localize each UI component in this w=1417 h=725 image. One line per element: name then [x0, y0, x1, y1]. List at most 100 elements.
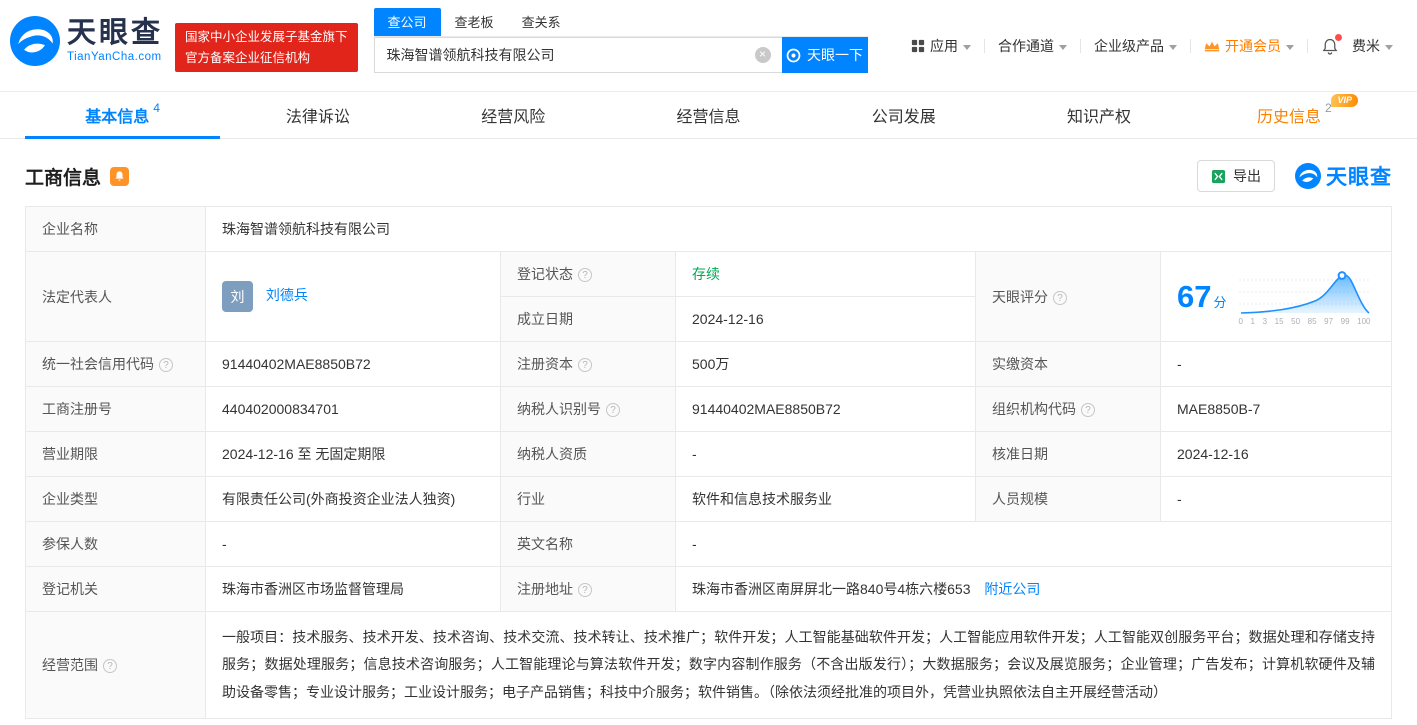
tab-operation-info[interactable]: 经营信息 — [611, 92, 806, 138]
tianyancha-logo[interactable]: 天眼查 TianYanCha.com — [10, 16, 163, 66]
paid-capital-label: 实缴资本 — [975, 341, 1161, 387]
table-row-credit-code: 统一社会信用代码? 91440402MAE8850B72 注册资本? 500万 … — [25, 341, 1392, 387]
table-row-registry: 登记机关 珠海市香洲区市场监督管理局 注册地址? 珠海市香洲区南屏屏北一路840… — [25, 566, 1392, 612]
menu-enterprise-products[interactable]: 企业级产品 — [1094, 36, 1177, 56]
search-button-label: 天眼一下 — [807, 47, 864, 63]
main-content: 工商信息 导出 天眼查 企业名称 珠海智谱领航科技有限公司 法定代表人 刘 刘德… — [0, 160, 1417, 719]
section-nav: 基本信息 4 法律诉讼 经营风险 经营信息 公司发展 知识产权 历史信息 2 V… — [0, 92, 1417, 139]
help-icon[interactable]: ? — [103, 658, 117, 673]
company-type-value: 有限责任公司(外商投资企业法人独资) — [205, 476, 501, 522]
bell-icon — [115, 171, 124, 181]
search-input-wrap: × — [373, 37, 782, 73]
tianyancha-watermark: 天眼查 — [1295, 161, 1392, 191]
vip-badge: VIP — [1331, 94, 1358, 107]
legal-rep-link[interactable]: 刘德兵 — [266, 287, 308, 303]
menu-partner-channel[interactable]: 合作通道 — [998, 36, 1067, 56]
tab-label: 知识产权 — [1067, 109, 1132, 126]
clear-icon[interactable]: × — [754, 47, 771, 63]
tab-label: 经营风险 — [481, 109, 546, 126]
help-icon[interactable]: ? — [159, 358, 173, 372]
export-button-label: 导出 — [1233, 168, 1261, 184]
taxpayer-quality-label: 纳税人资质 — [500, 431, 676, 477]
help-icon[interactable]: ? — [578, 583, 592, 597]
business-scope-value: 一般项目：技术服务、技术开发、技术咨询、技术交流、技术转让、技术推广；软件开发；… — [205, 611, 1392, 719]
help-icon[interactable]: ? — [1081, 403, 1095, 417]
menu-divider — [1307, 39, 1308, 53]
tab-intellectual-property[interactable]: 知识产权 — [1001, 92, 1196, 138]
help-icon[interactable]: ? — [578, 358, 592, 372]
score-curve-chart — [1238, 270, 1371, 314]
tab-label: 历史信息 — [1256, 109, 1321, 126]
tab-label: 经营信息 — [676, 109, 741, 126]
table-row-business-scope: 经营范围? 一般项目：技术服务、技术开发、技术咨询、技术交流、技术转让、技术推广… — [25, 611, 1392, 719]
tab-operation-risk[interactable]: 经营风险 — [416, 92, 611, 138]
tab-basic-info[interactable]: 基本信息 4 — [25, 92, 221, 139]
search-input[interactable] — [373, 37, 782, 73]
menu-divider — [1190, 39, 1191, 53]
export-button[interactable]: 导出 — [1197, 160, 1275, 192]
search-button[interactable]: 天眼一下 — [781, 37, 868, 73]
registry-label: 登记机关 — [25, 566, 206, 612]
legal-rep-value: 刘 刘德兵 — [205, 251, 501, 342]
business-info-table: 企业名称 珠海智谱领航科技有限公司 法定代表人 刘 刘德兵 登记状态? 存续 天… — [25, 206, 1392, 719]
taxpayer-id-value: 91440402MAE8850B72 — [675, 386, 976, 432]
score-value-cell: 67 分 0 1 3 15 50 85 97 99 100 — [1160, 251, 1392, 342]
crown-icon — [1204, 41, 1220, 52]
certification-badge-line1: 国家中小企业发展子基金旗下 — [185, 30, 348, 44]
nearby-companies-link[interactable]: 附近公司 — [984, 581, 1040, 597]
help-icon[interactable]: ? — [578, 268, 592, 282]
credit-code-value: 91440402MAE8850B72 — [205, 341, 501, 387]
tab-count: 4 — [153, 101, 160, 115]
taxpayer-quality-value: - — [675, 431, 976, 477]
chevron-down-icon — [1385, 44, 1393, 50]
insured-count-value: - — [205, 521, 501, 567]
registry-value: 珠海市香洲区市场监督管理局 — [205, 566, 501, 612]
english-name-label: 英文名称 — [500, 521, 676, 567]
business-term-label: 营业期限 — [25, 431, 206, 477]
reg-number-value: 440402000834701 — [205, 386, 501, 432]
tab-label: 公司发展 — [871, 109, 936, 126]
menu-open-vip[interactable]: 开通会员 — [1204, 36, 1294, 56]
subscribe-bell-icon[interactable] — [110, 166, 130, 186]
tab-legal-litigation[interactable]: 法律诉讼 — [220, 92, 415, 138]
legal-rep-avatar[interactable]: 刘 — [222, 281, 253, 312]
search-tab-company[interactable]: 查公司 — [373, 8, 441, 36]
score-wrap: 67 分 0 1 3 15 50 85 97 99 100 — [1177, 268, 1375, 326]
menu-divider — [1080, 39, 1081, 53]
status-badge: 存续 — [692, 266, 720, 282]
tab-history-info[interactable]: 历史信息 2 VIP — [1197, 92, 1392, 138]
tab-label: 基本信息 — [85, 109, 150, 126]
approval-date-value: 2024-12-16 — [1160, 431, 1392, 477]
help-icon[interactable]: ? — [1053, 290, 1067, 305]
address-label: 注册地址? — [500, 566, 676, 612]
apps-grid-icon — [911, 39, 925, 53]
tianyancha-logo-icon — [10, 16, 60, 66]
english-name-value: - — [675, 521, 1392, 567]
business-term-value: 2024-12-16 至 无固定期限 — [205, 431, 501, 477]
menu-apps-label: 应用 — [930, 38, 958, 54]
score-axis-labels: 0 1 3 15 50 85 97 99 100 — [1238, 316, 1371, 326]
industry-label: 行业 — [500, 476, 676, 522]
credit-code-label: 统一社会信用代码? — [25, 341, 206, 387]
help-icon[interactable]: ? — [606, 403, 620, 417]
certification-badge-line2: 官方备案企业征信机构 — [185, 50, 311, 65]
search-row: × 天眼一下 — [373, 37, 868, 73]
menu-user-account[interactable]: 费米 — [1352, 36, 1393, 56]
establish-date-value: 2024-12-16 — [675, 296, 976, 342]
search-tab-boss[interactable]: 查老板 — [441, 8, 508, 36]
table-row-company-type: 企业类型 有限责任公司(外商投资企业法人独资) 行业 软件和信息技术服务业 人员… — [25, 476, 1392, 522]
page-title: 工商信息 — [25, 167, 102, 189]
search-tab-relation[interactable]: 查关系 — [508, 8, 575, 36]
top-header: 天眼查 TianYanCha.com 国家中小企业发展子基金旗下 官方备案企业征… — [0, 0, 1417, 92]
tab-company-development[interactable]: 公司发展 — [806, 92, 1001, 138]
reg-number-label: 工商注册号 — [25, 386, 206, 432]
company-type-label: 企业类型 — [25, 476, 206, 522]
notifications-bell[interactable] — [1321, 33, 1342, 56]
chevron-down-icon — [1059, 44, 1067, 50]
tab-label: 法律诉讼 — [285, 109, 350, 126]
paid-capital-value: - — [1160, 341, 1392, 387]
menu-apps[interactable]: 应用 — [911, 36, 971, 56]
org-code-label: 组织机构代码? — [975, 386, 1161, 432]
reg-status-label: 登记状态? — [500, 251, 676, 297]
right-tools: 导出 天眼查 — [1197, 160, 1392, 192]
